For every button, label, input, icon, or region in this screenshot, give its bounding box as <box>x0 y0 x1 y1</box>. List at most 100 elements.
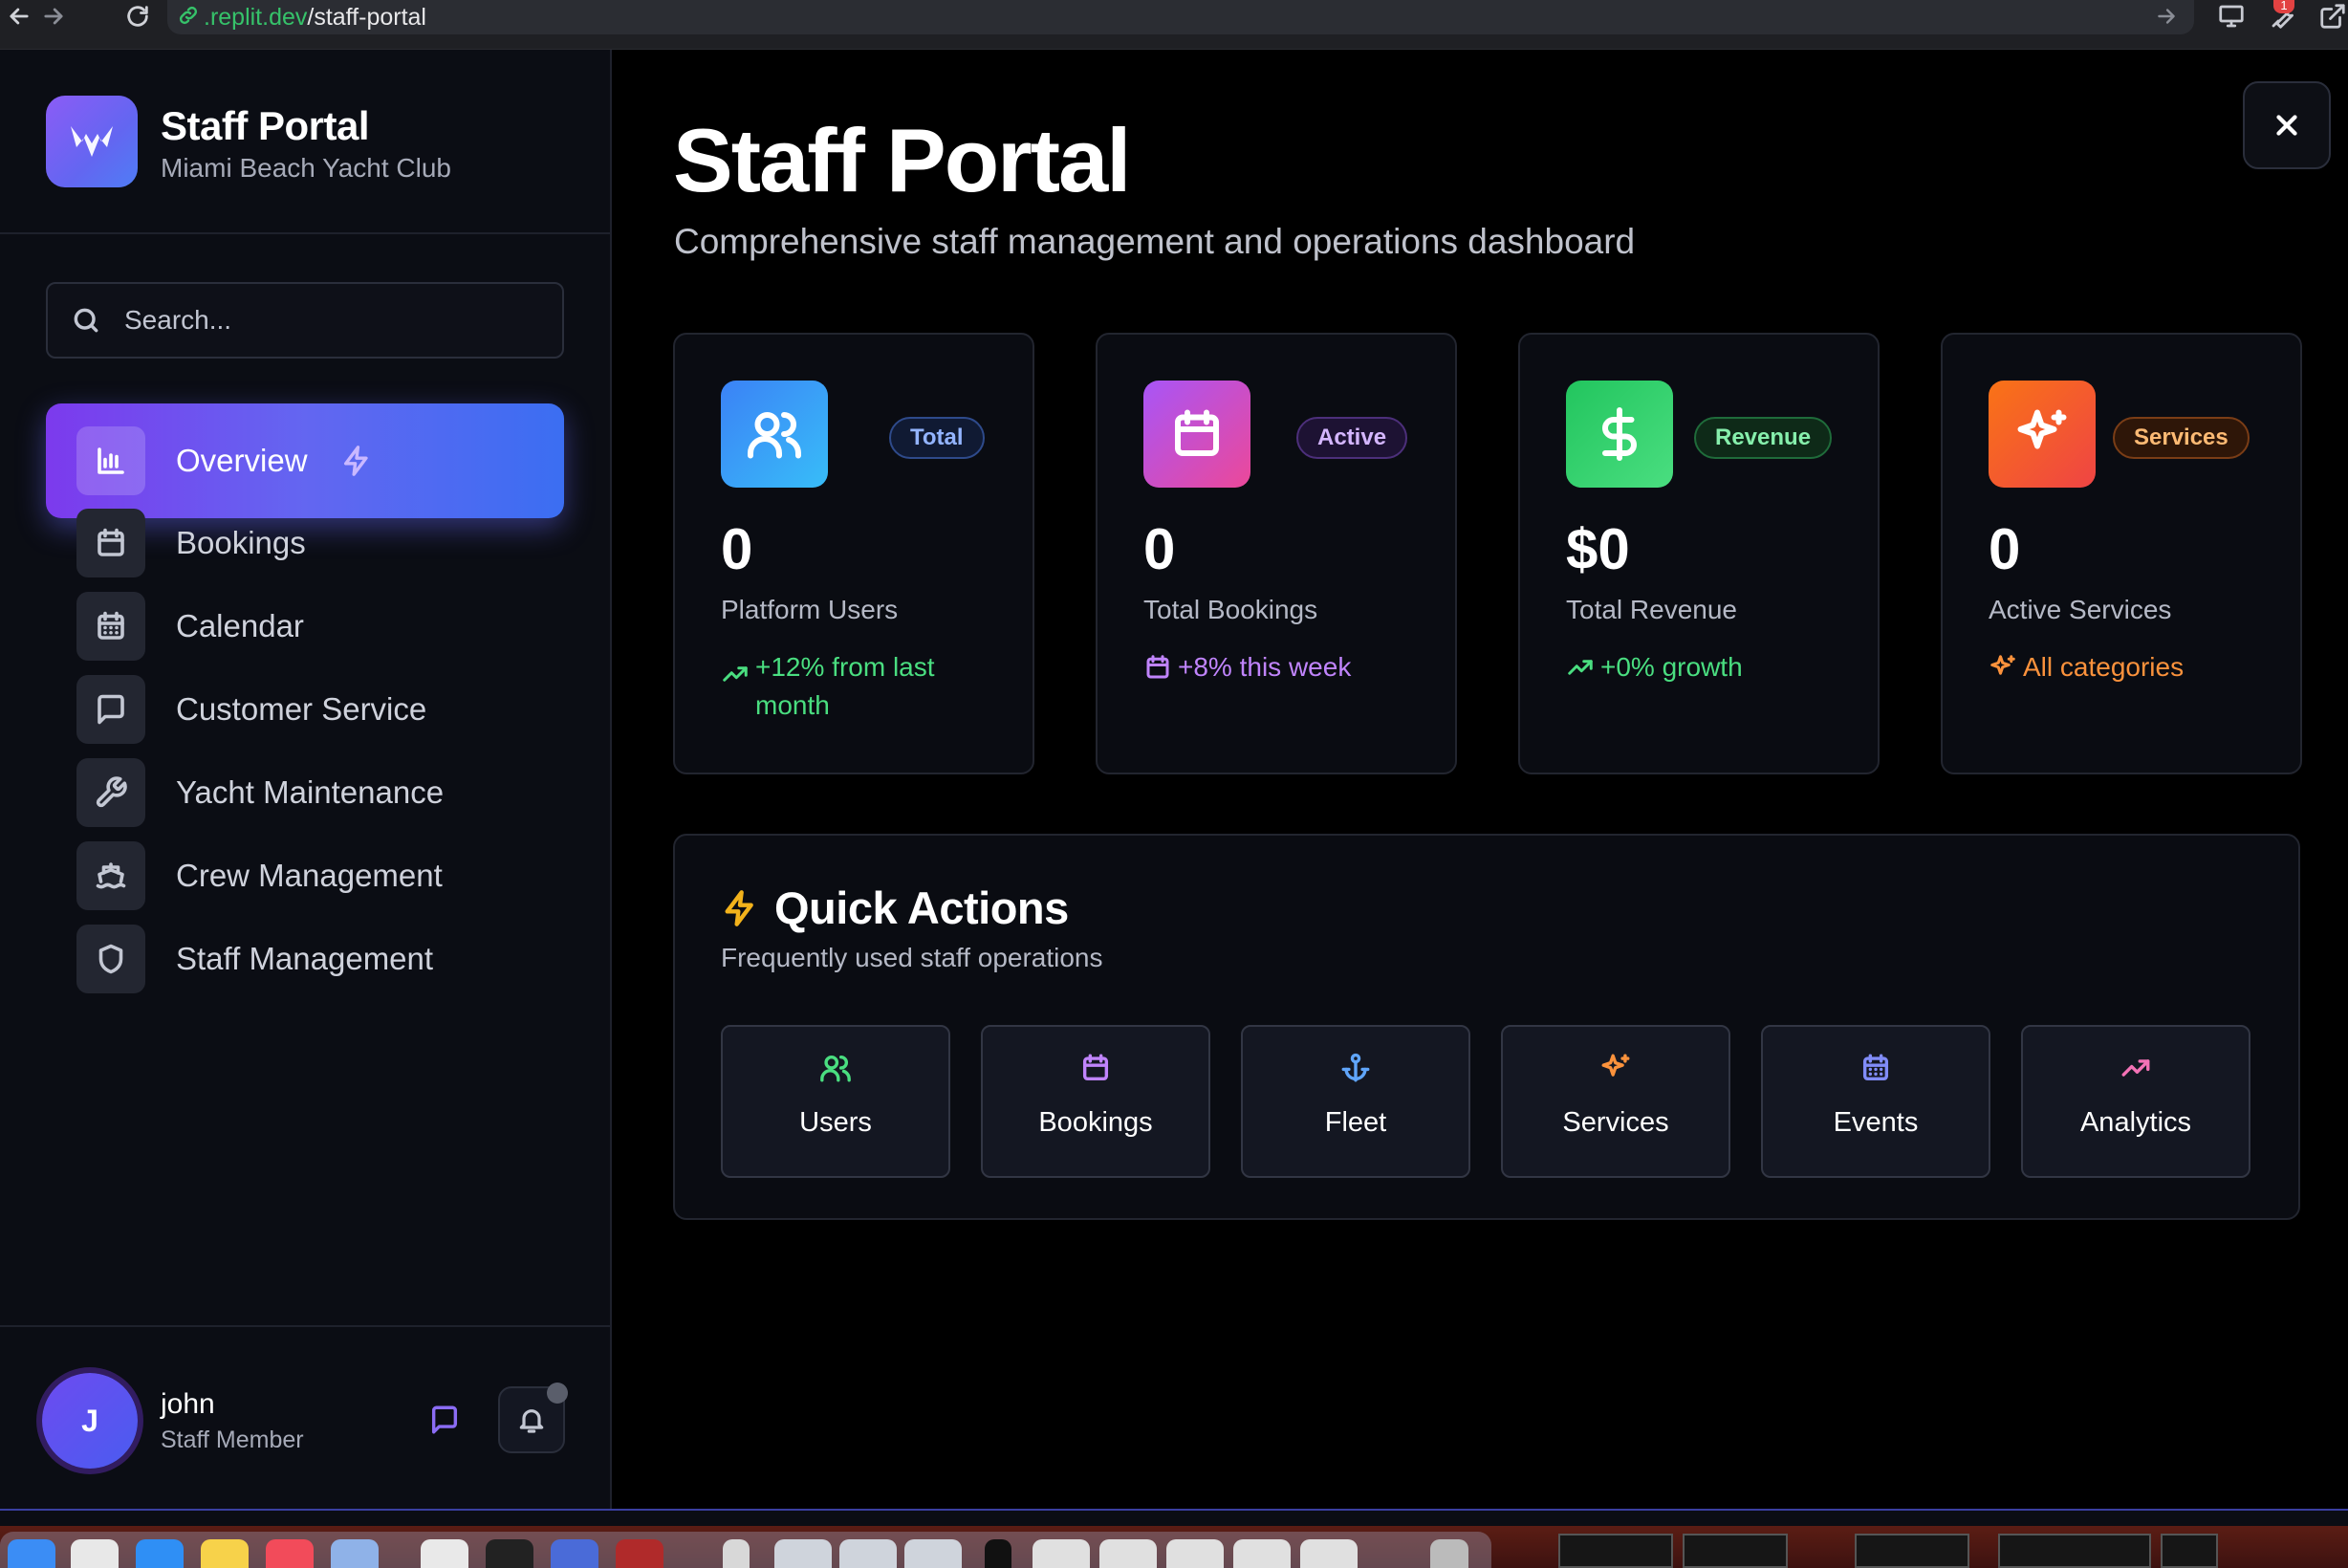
document-thumbnail-icon[interactable] <box>774 1539 832 1568</box>
open-external-button[interactable] <box>2314 0 2348 33</box>
main-content: Staff Portal Comprehensive staff managem… <box>614 50 2348 1509</box>
arrow-right-icon <box>44 8 63 25</box>
preview-app-icon[interactable] <box>331 1539 379 1568</box>
messages-button[interactable] <box>428 1404 467 1442</box>
sidebar-item-label: Bookings <box>176 525 306 560</box>
user-name: john <box>161 1388 215 1420</box>
trending-up-icon <box>723 666 748 682</box>
sidebar-item-label: Staff Management <box>176 941 434 976</box>
stat-trend-text: +0% growth <box>1600 652 1743 682</box>
quick-action-label: Bookings <box>1038 1107 1153 1138</box>
quick-actions-subtitle: Frequently used staff operations <box>721 943 1103 972</box>
notes-app-icon[interactable] <box>201 1539 249 1568</box>
page-title: Staff Portal <box>673 110 1131 210</box>
reload-icon <box>127 6 148 27</box>
url-path: /staff-portal <box>307 3 426 31</box>
search-input[interactable] <box>124 305 526 336</box>
url-host: .replit.dev <box>204 3 308 31</box>
desktop-window-thumbnail <box>1855 1534 1969 1568</box>
document-thumbnail-icon[interactable] <box>1099 1539 1157 1568</box>
desktop-window-thumbnail <box>1558 1534 1673 1568</box>
quick-action-label: Users <box>799 1107 872 1138</box>
quick-action-analytics[interactable]: Analytics <box>2021 1025 2250 1178</box>
safari-app-icon[interactable] <box>136 1539 184 1568</box>
stat-value: $0 <box>1566 517 1630 581</box>
stat-trend-text: +12% from last month <box>755 652 935 720</box>
page-subtitle: Comprehensive staff management and opera… <box>674 222 1636 261</box>
dictionary-app-icon[interactable] <box>616 1539 663 1568</box>
quick-action-events[interactable]: Events <box>1761 1025 1990 1178</box>
ship-icon <box>76 841 145 910</box>
calendar-icon <box>76 509 145 577</box>
notification-dot <box>547 1383 568 1404</box>
sidebar-brand: Staff Portal Miami Beach Yacht Club <box>0 50 610 234</box>
user-profile: J john Staff Member <box>0 1325 610 1509</box>
quick-action-services[interactable]: Services <box>1501 1025 1730 1178</box>
quick-action-fleet[interactable]: Fleet <box>1241 1025 1470 1178</box>
document-thumbnail-icon[interactable] <box>904 1539 962 1568</box>
sidebar-item-staff-management[interactable]: Staff Management <box>46 902 564 1016</box>
launchpad-app-icon[interactable] <box>71 1539 119 1568</box>
document-thumbnail-icon[interactable] <box>1166 1539 1224 1568</box>
stat-label: Total Revenue <box>1566 595 1738 624</box>
reload-button[interactable] <box>119 0 157 33</box>
trash-icon[interactable] <box>1430 1539 1468 1568</box>
file-app-icon[interactable] <box>723 1539 750 1568</box>
sparkles-icon <box>1989 381 2096 488</box>
document-thumbnail-icon[interactable] <box>839 1539 897 1568</box>
link-icon <box>177 4 200 32</box>
message-square-icon <box>76 675 145 744</box>
sidebar-item-label: Overview <box>176 443 308 478</box>
stat-trend: +8% this week <box>1143 648 1430 686</box>
bell-icon <box>519 1409 544 1433</box>
logo-mark-icon <box>71 126 113 157</box>
terminal-app-icon[interactable] <box>985 1539 1011 1568</box>
quick-action-label: Analytics <box>2079 1107 2192 1138</box>
close-button[interactable] <box>2243 81 2331 169</box>
sidebar-item-label: Yacht Maintenance <box>176 774 445 810</box>
back-button[interactable] <box>0 0 38 33</box>
sidebar-search[interactable] <box>46 282 564 359</box>
club-logo <box>46 96 138 187</box>
calendar-icon <box>1082 1054 1109 1081</box>
message-square-icon <box>431 1405 458 1434</box>
sidebar-item-label: Crew Management <box>176 858 443 893</box>
calendar-icon <box>1146 655 1169 679</box>
stat-card-services: Services 0 Active Services All categorie… <box>1941 333 2302 774</box>
clock-app-icon[interactable] <box>486 1539 533 1568</box>
sparkles-icon <box>1601 1054 1630 1077</box>
quick-action-bookings[interactable]: Bookings <box>981 1025 1210 1178</box>
devices-button[interactable] <box>2212 0 2250 33</box>
status-badge: Revenue <box>1694 417 1833 459</box>
quick-action-label: Fleet <box>1324 1107 1387 1138</box>
document-thumbnail-icon[interactable] <box>1233 1539 1291 1568</box>
brand-title: Staff Portal <box>161 103 370 148</box>
os-dock <box>0 1526 2348 1568</box>
zap-icon <box>340 445 373 477</box>
app-store-icon[interactable] <box>551 1539 598 1568</box>
document-thumbnail-icon[interactable] <box>1300 1539 1358 1568</box>
stat-trend: +12% from last month <box>721 648 1008 725</box>
go-arrow-icon[interactable] <box>2154 4 2181 31</box>
avatar[interactable]: J <box>42 1373 138 1469</box>
chrome-app-icon[interactable] <box>421 1539 468 1568</box>
quick-action-users[interactable]: Users <box>721 1025 950 1178</box>
stat-value: 0 <box>1143 517 1176 581</box>
trending-up-icon <box>2121 1059 2150 1077</box>
stat-value: 0 <box>1989 517 2021 581</box>
stat-label: Platform Users <box>721 595 899 624</box>
address-bar[interactable]: .replit.dev/staff-portal <box>167 0 2194 34</box>
document-thumbnail-icon[interactable] <box>1033 1539 1090 1568</box>
forward-button[interactable] <box>34 0 73 33</box>
desktop-window-thumbnail <box>1683 1534 1788 1568</box>
trending-up-icon <box>1568 660 1593 675</box>
quick-actions-title: Quick Actions <box>774 882 1069 933</box>
finder-app-icon[interactable] <box>8 1539 55 1568</box>
brand-subtitle: Miami Beach Yacht Club <box>161 153 451 183</box>
quick-action-label: Events <box>1833 1107 1919 1138</box>
status-badge: Total <box>889 417 985 459</box>
stat-label: Total Bookings <box>1143 595 1318 624</box>
music-app-icon[interactable] <box>266 1539 314 1568</box>
status-badge: Services <box>2113 417 2250 459</box>
anchor-icon <box>1341 1053 1370 1082</box>
